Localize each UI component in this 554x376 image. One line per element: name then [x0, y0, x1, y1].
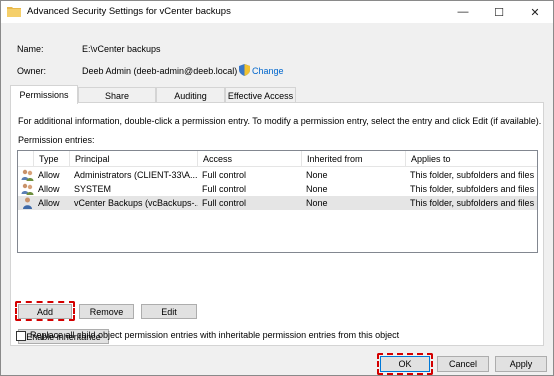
row-access: Full control: [202, 198, 247, 208]
tab-share[interactable]: Share: [78, 87, 156, 103]
name-label: Name:: [17, 44, 44, 54]
replace-child-permissions-checkbox[interactable]: [16, 331, 26, 341]
column-principal[interactable]: Principal: [70, 151, 198, 167]
tab-effective-access[interactable]: Effective Access: [225, 87, 296, 103]
edit-button[interactable]: Edit: [141, 304, 197, 319]
row-principal: vCenter Backups (vcBackups-...: [74, 198, 198, 208]
owner-value: Deeb Admin (deeb-admin@deeb.local): [82, 66, 238, 76]
maximize-icon: ☐: [494, 6, 504, 19]
row-type: Allow: [38, 198, 60, 208]
permission-entries-list[interactable]: Type Principal Access Inherited from App…: [17, 150, 538, 253]
users-group-icon: [21, 169, 34, 181]
maximize-button[interactable]: ☐: [481, 1, 517, 23]
name-value: E:\vCenter backups: [82, 44, 161, 54]
icon-column-header[interactable]: [18, 151, 34, 167]
list-header: Type Principal Access Inherited from App…: [18, 151, 537, 167]
row-applies-to: This folder, subfolders and files: [410, 198, 535, 208]
replace-child-permissions-label[interactable]: Replace all child object permission entr…: [30, 330, 399, 340]
row-inherited-from: None: [306, 170, 328, 180]
row-principal: Administrators (CLIENT-33\A...: [74, 170, 198, 180]
dialog-body: Name: E:\vCenter backups Owner: Deeb Adm…: [1, 23, 553, 375]
row-access: Full control: [202, 184, 247, 194]
row-access: Full control: [202, 170, 247, 180]
permission-entries-label: Permission entries:: [18, 135, 95, 145]
table-row[interactable]: Allow SYSTEM Full control None This fold…: [18, 182, 537, 196]
row-type: Allow: [38, 170, 60, 180]
cancel-button[interactable]: Cancel: [437, 356, 489, 372]
column-type[interactable]: Type: [34, 151, 70, 167]
users-group-icon: [21, 183, 34, 195]
minimize-button[interactable]: —: [445, 1, 481, 23]
folder-icon: [7, 7, 21, 17]
title-bar[interactable]: Advanced Security Settings for vCenter b…: [1, 1, 553, 23]
row-type: Allow: [38, 184, 60, 194]
close-button[interactable]: ✕: [517, 1, 553, 23]
row-applies-to: This folder, subfolders and files: [410, 184, 535, 194]
row-applies-to: This folder, subfolders and files: [410, 170, 535, 180]
row-inherited-from: None: [306, 198, 328, 208]
tab-auditing[interactable]: Auditing: [156, 87, 225, 103]
info-text: For additional information, double-click…: [18, 116, 542, 126]
change-owner-link[interactable]: Change: [252, 66, 284, 76]
apply-button[interactable]: Apply: [495, 356, 547, 372]
column-inherited-from[interactable]: Inherited from: [302, 151, 406, 167]
advanced-security-dialog: Advanced Security Settings for vCenter b…: [0, 0, 554, 376]
uac-shield-icon: [239, 64, 250, 76]
tab-permissions[interactable]: Permissions: [10, 85, 78, 104]
minimize-icon: —: [457, 6, 469, 18]
row-inherited-from: None: [306, 184, 328, 194]
table-row[interactable]: Allow Administrators (CLIENT-33\A... Ful…: [18, 168, 537, 182]
table-row[interactable]: Allow vCenter Backups (vcBackups-... Ful…: [18, 196, 537, 210]
user-icon: [23, 197, 32, 209]
close-icon: ✕: [530, 6, 540, 19]
owner-label: Owner:: [17, 66, 47, 76]
permissions-panel: For additional information, double-click…: [10, 102, 544, 346]
column-access[interactable]: Access: [198, 151, 302, 167]
row-principal: SYSTEM: [74, 184, 112, 194]
remove-button[interactable]: Remove: [79, 304, 134, 319]
add-button[interactable]: Add: [18, 304, 72, 319]
ok-button[interactable]: OK: [380, 356, 430, 372]
window-title: Advanced Security Settings for vCenter b…: [27, 6, 231, 17]
column-applies-to[interactable]: Applies to: [406, 151, 537, 167]
